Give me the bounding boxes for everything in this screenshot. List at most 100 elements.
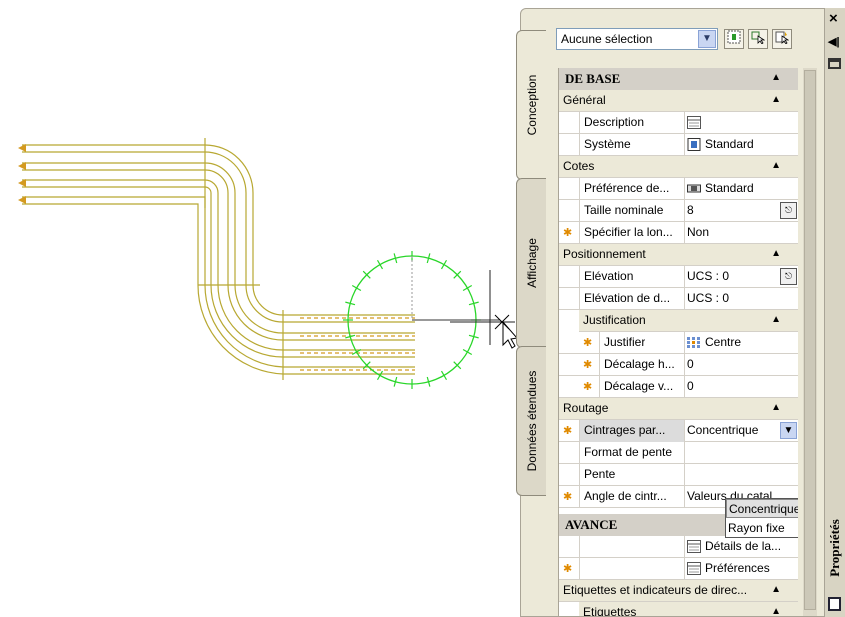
vertical-scrollbar[interactable] <box>803 68 817 616</box>
circle-tick <box>376 370 384 381</box>
prop-justifier[interactable]: ✱ Justifier Centre <box>559 332 798 354</box>
prop-description[interactable]: Description <box>559 112 798 134</box>
pipe-run-group[interactable] <box>22 138 415 380</box>
group-routage-label: Routage <box>563 401 609 415</box>
collapse-arrow-icon[interactable]: ▲ <box>771 314 781 325</box>
group-justification[interactable]: Justification ▲ <box>579 310 798 332</box>
prop-details[interactable]: Détails de la... <box>559 536 798 558</box>
scrollbar-thumb[interactable] <box>804 70 816 610</box>
prop-specifier-label: Spécifier la lon... <box>584 225 673 239</box>
prop-taille-label: Taille nominale <box>584 203 664 217</box>
quick-select-button[interactable] <box>772 29 792 49</box>
circle-tick <box>440 370 448 381</box>
selection-dropdown[interactable]: Aucune sélection ▼ <box>556 28 718 50</box>
prop-cintrages-value: Concentrique <box>687 423 759 437</box>
properties-menu-icon[interactable] <box>828 58 841 69</box>
toggle-pickadd-button[interactable] <box>724 29 744 49</box>
pipe-end-arrows <box>18 144 26 204</box>
pipe-pref-icon <box>687 184 701 193</box>
category-avance-label: AVANCE <box>565 517 618 532</box>
prop-format-pente[interactable]: Format de pente <box>559 442 798 464</box>
prop-cintrages[interactable]: ✱ Cintrages par... Concentrique ▼ <box>559 420 798 442</box>
prop-systeme-value: Standard <box>705 137 754 151</box>
prop-specifier-value: Non <box>687 225 710 239</box>
prop-preference[interactable]: Préférence de... Standard <box>559 178 798 200</box>
palette-titlebar[interactable]: × ◀| Propriétés <box>825 8 845 617</box>
asterisk-icon: ✱ <box>583 337 593 349</box>
prop-decalage-v[interactable]: ✱ Décalage v... 0 <box>559 376 798 398</box>
group-general[interactable]: Général ▲ <box>559 90 798 112</box>
prop-preference-value: Standard <box>705 181 754 195</box>
lock-icon[interactable]: ⎋ <box>780 268 797 285</box>
group-positionnement-label: Positionnement <box>563 247 646 261</box>
tab-affichage[interactable]: Affichage <box>516 178 546 348</box>
asterisk-icon: ✱ <box>583 359 593 371</box>
collapse-arrow-icon[interactable]: ▲ <box>771 402 781 413</box>
collapse-arrow-icon[interactable]: ▲ <box>771 606 781 616</box>
prop-decalage-h[interactable]: ✱ Décalage h... 0 <box>559 354 798 376</box>
prop-angle-label: Angle de cintr... <box>584 489 667 503</box>
prop-elevation[interactable]: Elévation UCS : 0 ⎋ <box>559 266 798 288</box>
circle-tick <box>462 348 473 356</box>
prop-systeme[interactable]: Système Standard <box>559 134 798 156</box>
prop-elevation-d-value: UCS : 0 <box>687 291 730 305</box>
prop-elevation-value: UCS : 0 <box>687 269 730 283</box>
select-objects-icon <box>751 31 766 45</box>
properties-palette: Conception Affichage Données étendues Au… <box>516 8 845 617</box>
option-concentrique[interactable]: Concentrique <box>726 499 798 518</box>
cintrages-dropdown[interactable]: Concentrique ▼ <box>685 420 798 442</box>
close-icon[interactable]: × <box>829 10 838 27</box>
autohide-icon[interactable]: ◀| <box>828 35 840 48</box>
drawing-canvas[interactable] <box>0 0 520 617</box>
selection-value: Aucune sélection <box>561 32 653 46</box>
circle-tick <box>351 284 362 292</box>
group-etiquettes-sub[interactable]: Etiquettes ▲ <box>579 602 798 616</box>
option-rayon-fixe[interactable]: Rayon fixe <box>726 519 798 538</box>
prop-preference-label: Préférence de... <box>584 181 670 195</box>
group-justification-label: Justification <box>583 313 646 327</box>
pipe-segment[interactable] <box>22 179 415 351</box>
collapse-arrow-icon[interactable]: ▲ <box>771 160 781 171</box>
group-routage[interactable]: Routage ▲ <box>559 398 798 420</box>
prop-pente[interactable]: Pente <box>559 464 798 486</box>
lock-icon[interactable]: ⎋ <box>780 202 797 219</box>
palette-title: Propriétés <box>827 519 842 577</box>
cintrages-options-list[interactable]: Concentrique Rayon fixe <box>725 498 798 538</box>
prop-systeme-label: Système <box>584 137 631 151</box>
prop-description-label: Description <box>584 115 645 129</box>
description-icon <box>687 116 701 129</box>
justify-grid-icon <box>687 337 700 348</box>
select-objects-button[interactable] <box>748 29 768 49</box>
collapse-arrow-icon[interactable]: ▲ <box>771 248 781 259</box>
prop-taille-value: 8 <box>687 203 694 217</box>
quick-select-icon <box>775 31 790 45</box>
prop-taille-nominale[interactable]: Taille nominale 8 ⎋ <box>559 200 798 222</box>
prop-elevation-label: Elévation <box>584 269 634 283</box>
group-cotes[interactable]: Cotes ▲ <box>559 156 798 178</box>
pipe-dashed-ends <box>300 317 415 371</box>
group-etiquettes[interactable]: Etiquettes et indicateurs de direc... ▲ <box>559 580 798 602</box>
prop-pente-label: Pente <box>584 467 616 481</box>
prop-preferences[interactable]: ✱ Préférences <box>559 558 798 580</box>
chevron-down-icon[interactable]: ▼ <box>698 30 716 48</box>
group-etiquettes-label: Etiquettes et indicateurs de direc... <box>563 583 748 597</box>
tab-conception-label: Conception <box>524 74 539 136</box>
prop-decalage-h-value: 0 <box>687 357 694 371</box>
group-positionnement[interactable]: Positionnement ▲ <box>559 244 798 266</box>
tab-conception[interactable]: Conception <box>516 30 546 180</box>
collapse-arrow-icon[interactable]: ▲ <box>771 584 781 595</box>
prop-elevation-depart[interactable]: Elévation de d... UCS : 0 <box>559 288 798 310</box>
prop-specifier[interactable]: ✱ Spécifier la lon... Non <box>559 222 798 244</box>
tab-donnees-etendues[interactable]: Données étendues <box>516 346 546 496</box>
group-cotes-label: Cotes <box>563 159 595 173</box>
prop-details-value: Détails de la... <box>705 539 782 553</box>
chevron-down-icon[interactable]: ▼ <box>780 422 797 439</box>
properties-icon[interactable] <box>828 597 841 611</box>
category-de-base[interactable]: DE BASE ▲ <box>559 68 798 90</box>
circle-tick <box>376 259 384 270</box>
prop-preferences-value: Préférences <box>705 561 770 575</box>
collapse-arrow-icon[interactable]: ▲ <box>771 94 781 105</box>
asterisk-icon: ✱ <box>563 227 573 239</box>
collapse-arrow-icon[interactable]: ▲ <box>771 72 781 83</box>
group-general-label: Général <box>563 93 606 107</box>
